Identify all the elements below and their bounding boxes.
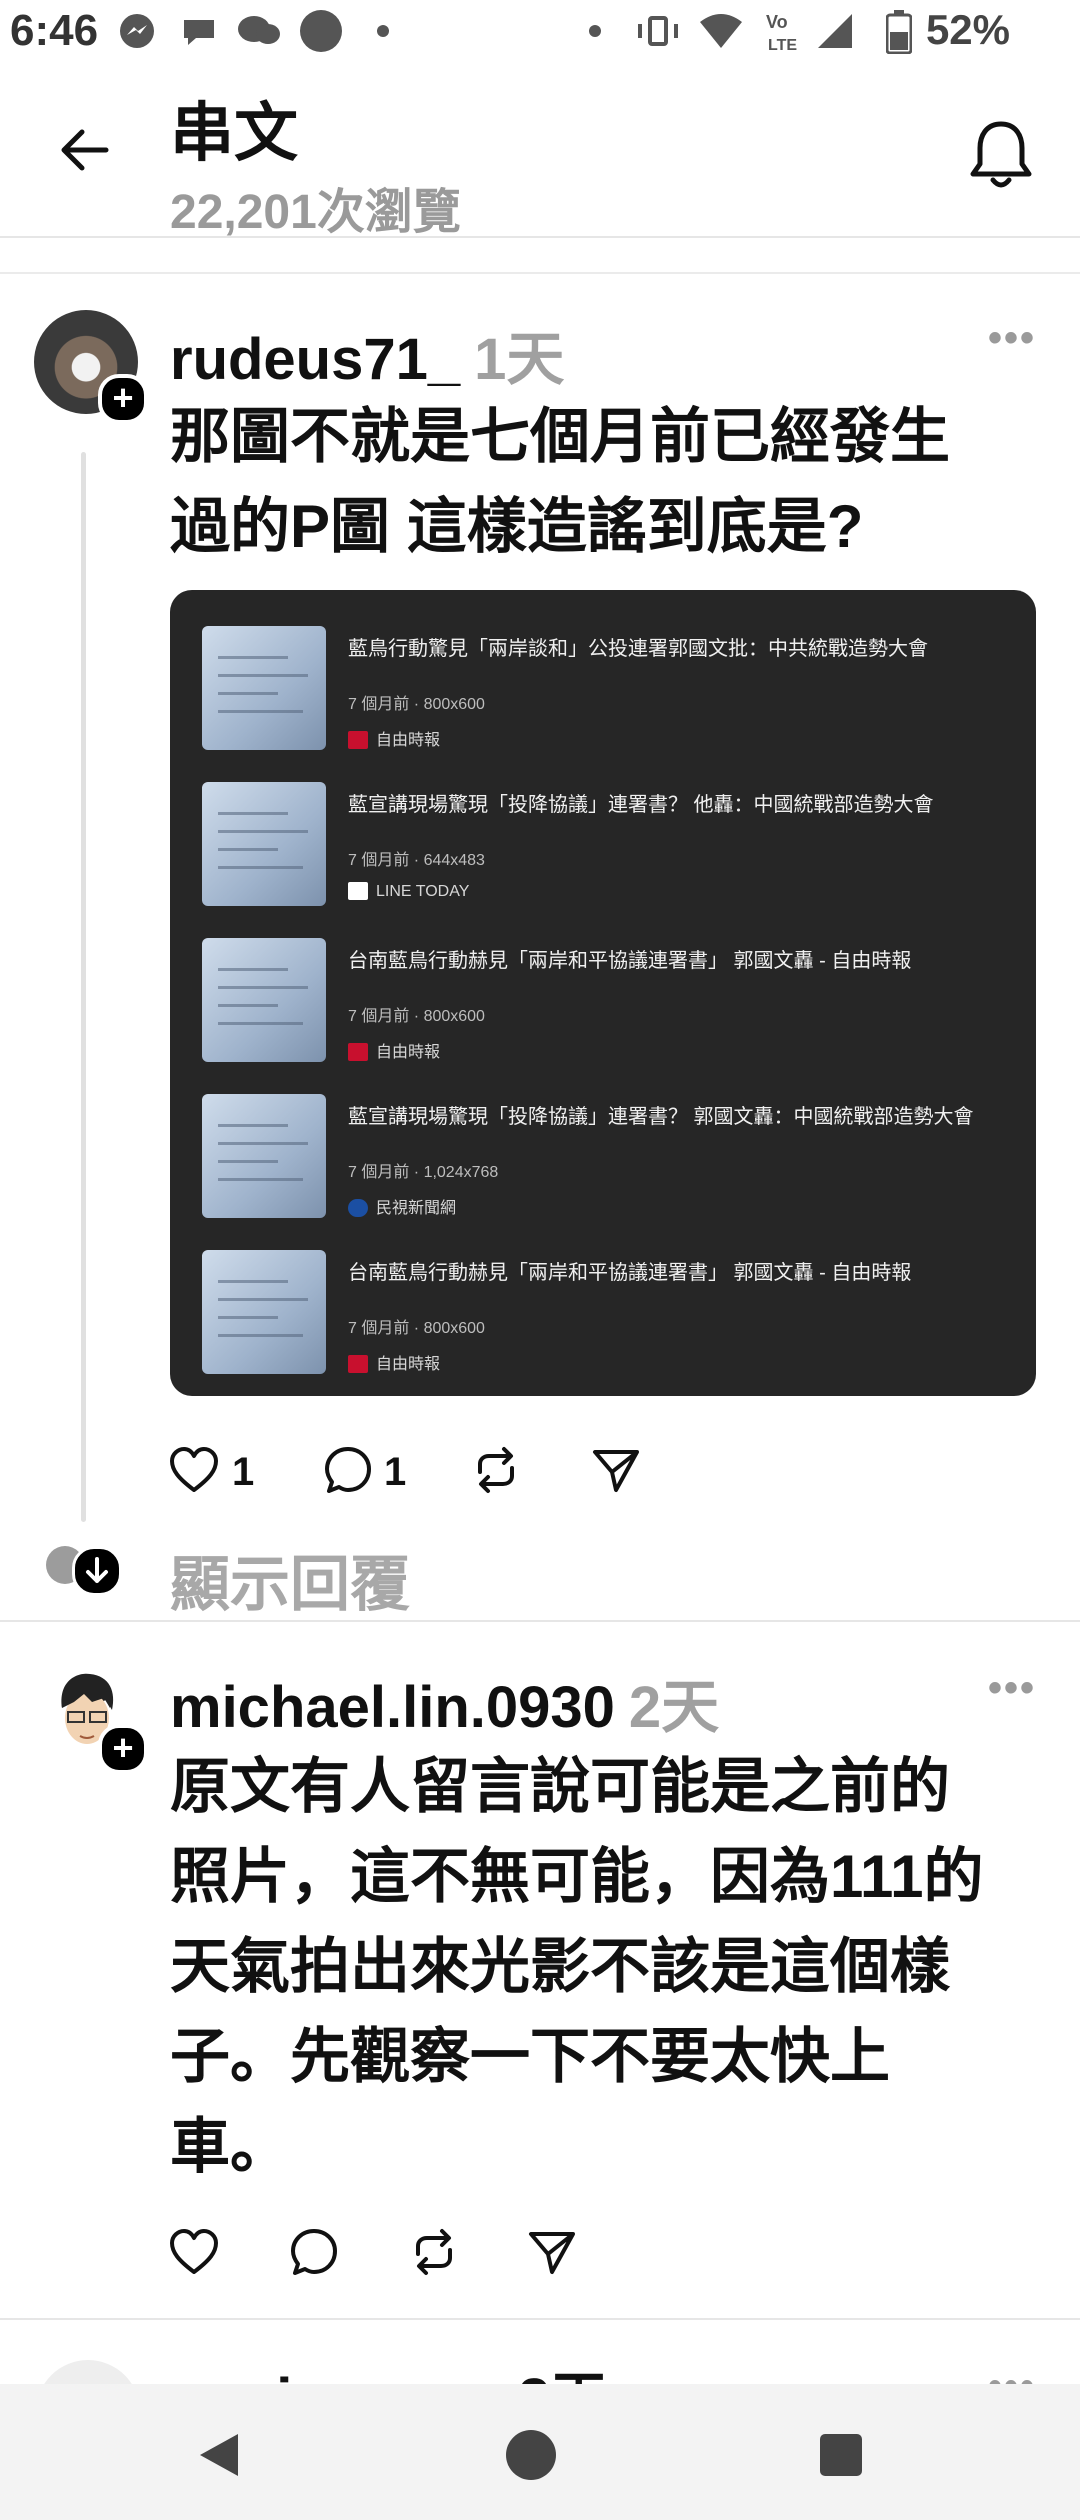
page-title: 串文: [170, 97, 298, 169]
comment-count: 1: [384, 1450, 407, 1494]
nav-back-icon[interactable]: [196, 2430, 242, 2480]
ftv-logo-icon: [348, 1199, 368, 1217]
battery-icon: [886, 10, 912, 54]
result-source: 自由時報: [348, 1038, 440, 1062]
bell-icon[interactable]: [968, 118, 1034, 192]
post-username[interactable]: michael.lin.0930 2天: [170, 1660, 719, 1744]
svg-text:Vo: Vo: [766, 12, 788, 32]
status-time: 6:46: [10, 6, 99, 55]
result-meta: 7 個月前 · 800x600: [348, 1320, 485, 1337]
more-options-icon[interactable]: •••: [988, 1666, 1036, 1711]
signal-icon: [818, 14, 852, 48]
share-send-icon[interactable]: [590, 1444, 642, 1496]
post-username[interactable]: rudeus71_ 1天: [170, 312, 564, 396]
result-source: LINE TODAY: [348, 882, 469, 901]
chat-bubble-icon: [184, 20, 214, 45]
post-text: 原文有人留言說可能是之前的 照片，這不無可能，因為111的 天氣拍出來光影不該是…: [170, 1753, 984, 2180]
svg-text:LTE: LTE: [768, 37, 797, 54]
back-arrow-icon[interactable]: [56, 122, 112, 178]
post-image[interactable]: 藍鳥行動驚見「兩岸談和」公投連署郭國文批：中共統戰造勢大會 7 個月前 · 80…: [170, 590, 1036, 1396]
messenger-icon: [120, 14, 154, 48]
follow-plus-icon[interactable]: +: [98, 1724, 148, 1774]
image-search-result: 台南藍鳥行動赫見「兩岸和平協議連署書」 郭國文轟 - 自由時報 7 個月前 · …: [202, 1242, 1022, 1382]
result-title: 藍宣講現場驚現「投降協議」連署書？ 他轟：中國統戰部造勢大會: [348, 794, 934, 816]
like-count: 1: [232, 1450, 255, 1494]
result-thumbnail: [202, 1094, 326, 1218]
post-text: 那圖不就是七個月前已經發生 過的P圖 這樣造謠到底是?: [170, 403, 950, 560]
dot-icon: [589, 25, 601, 37]
result-thumbnail: [202, 1250, 326, 1374]
post-time: 2天: [628, 1675, 720, 1740]
image-search-result: 藍鳥行動驚見「兩岸談和」公投連署郭國文批：中共統戰造勢大會 7 個月前 · 80…: [202, 618, 1022, 758]
comment-icon[interactable]: [322, 1444, 374, 1496]
ltn-logo-icon: [348, 1043, 368, 1061]
result-title: 台南藍鳥行動赫見「兩岸和平協議連署書」 郭國文轟 - 自由時報: [348, 1262, 912, 1284]
divider: [0, 2318, 1080, 2320]
dot-icon: [377, 25, 389, 37]
post-time: 1天: [474, 327, 565, 392]
divider: [0, 272, 1080, 274]
nav-recents-icon[interactable]: [820, 2434, 862, 2476]
result-meta: 7 個月前 · 800x600: [348, 696, 485, 713]
result-thumbnail: [202, 782, 326, 906]
result-source: 自由時報: [348, 1350, 440, 1374]
image-search-result: 藍宣講現場驚現「投降協議」連署書？ 郭國文轟：中國統戰部造勢大會 7 個月前 ·…: [202, 1086, 1022, 1226]
wifi-icon: [700, 14, 742, 48]
result-meta: 7 個月前 · 800x600: [348, 1008, 485, 1025]
nav-home-icon[interactable]: [506, 2430, 556, 2480]
repost-icon[interactable]: [408, 2226, 460, 2278]
thread-line: [81, 452, 86, 1522]
result-thumbnail: [202, 938, 326, 1062]
heart-icon[interactable]: [168, 1444, 220, 1496]
battery-percent: 52%: [925, 6, 1010, 53]
header-divider: [0, 236, 1080, 238]
repost-icon[interactable]: [470, 1444, 522, 1496]
result-source: 民視新聞網: [348, 1194, 456, 1218]
notification-dot-icon: [300, 10, 342, 52]
divider: [0, 1620, 1080, 1622]
ltn-logo-icon: [348, 731, 368, 749]
chat-bubbles-icon: [238, 16, 280, 44]
heart-icon[interactable]: [168, 2226, 220, 2278]
follow-plus-icon[interactable]: +: [98, 374, 148, 424]
image-search-result: 藍宣講現場驚現「投降協議」連署書？ 他轟：中國統戰部造勢大會 7 個月前 · 6…: [202, 774, 1022, 914]
volte-lte-icon: Vo LTE: [766, 12, 797, 54]
result-meta: 7 個月前 · 1,024x768: [348, 1164, 499, 1181]
arrow-down-icon[interactable]: [72, 1546, 122, 1596]
result-title: 藍鳥行動驚見「兩岸談和」公投連署郭國文批：中共統戰造勢大會: [348, 638, 928, 660]
line-today-logo-icon: [348, 882, 368, 900]
result-title: 藍宣講現場驚現「投降協議」連署書？ 郭國文轟：中國統戰部造勢大會: [348, 1106, 974, 1128]
view-count: 22,201次瀏覽: [170, 186, 461, 239]
vibrate-icon: [638, 16, 678, 46]
ltn-logo-icon: [348, 1355, 368, 1373]
image-search-result: 台南藍鳥行動赫見「兩岸和平協議連署書」 郭國文轟 - 自由時報 7 個月前 · …: [202, 930, 1022, 1070]
show-replies-link[interactable]: 顯示回覆: [170, 1536, 410, 1623]
status-bar: 6:46 Vo LTE 52%: [0, 0, 1080, 68]
result-title: 台南藍鳥行動赫見「兩岸和平協議連署書」 郭國文轟 - 自由時報: [348, 950, 912, 972]
comment-icon[interactable]: [288, 2226, 340, 2278]
result-source: 自由時報: [348, 726, 440, 750]
result-meta: 7 個月前 · 644x483: [348, 852, 485, 869]
result-thumbnail: [202, 626, 326, 750]
share-send-icon[interactable]: [526, 2226, 578, 2278]
more-options-icon[interactable]: •••: [988, 316, 1036, 361]
